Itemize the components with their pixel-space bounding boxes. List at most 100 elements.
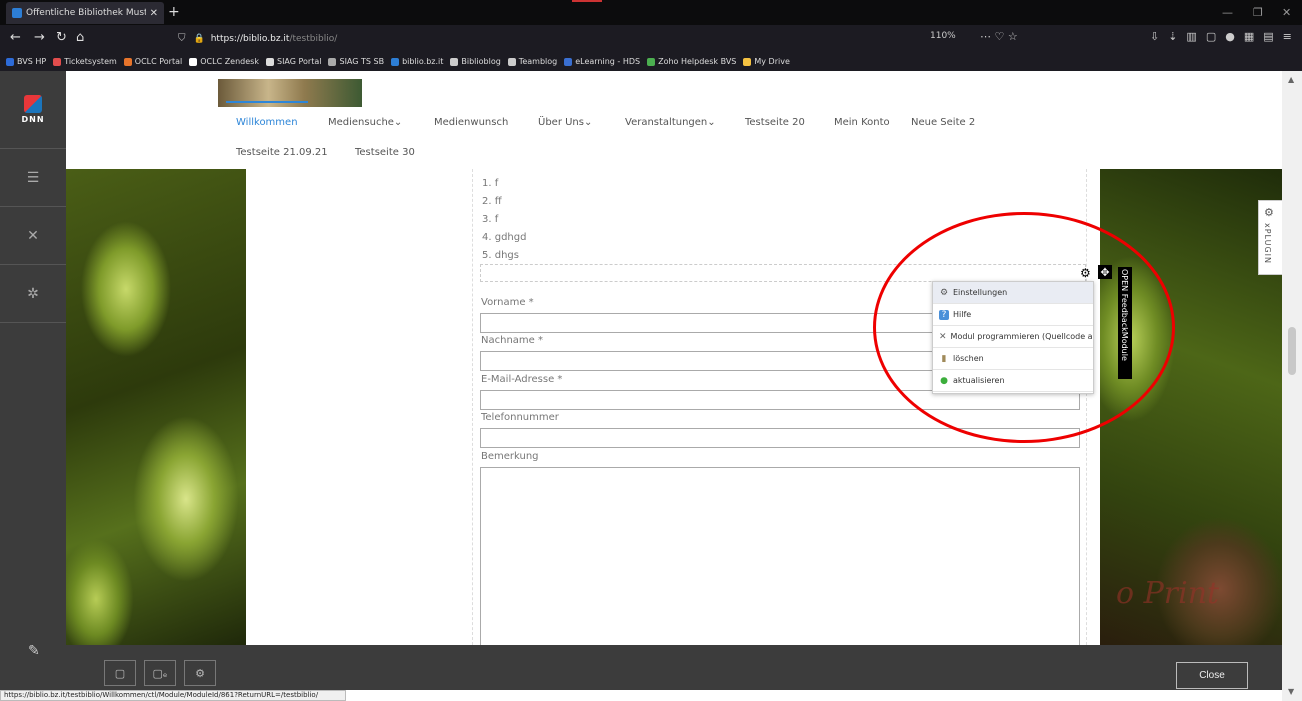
- bookmark-item[interactable]: Teamblog: [507, 57, 558, 66]
- back-icon[interactable]: ←: [10, 30, 21, 45]
- tools-icon[interactable]: ✕: [0, 207, 66, 265]
- lock-icon: 🔒: [193, 33, 205, 44]
- dnn-favicon-icon: [12, 8, 22, 18]
- bookmark-item[interactable]: Ticketsystem: [53, 57, 117, 66]
- scroll-up-icon[interactable]: ▲: [1288, 75, 1294, 84]
- menu-item-testseite-21[interactable]: Testseite 21.09.21: [236, 147, 328, 158]
- bookmark-icon: [6, 57, 14, 66]
- bookmark-item[interactable]: OCLC Zendesk: [189, 57, 259, 66]
- bookmark-label: OCLC Portal: [134, 57, 183, 66]
- bookmark-icon: [123, 57, 132, 66]
- active-nav-indicator: [226, 101, 308, 103]
- bemerkung-textarea[interactable]: [480, 467, 1080, 645]
- new-tab-button[interactable]: +: [168, 4, 180, 20]
- vorname-label: Vorname *: [481, 297, 534, 308]
- bookmark-item[interactable]: Zoho Helpdesk BVS: [647, 57, 736, 66]
- bookmark-label: Ticketsystem: [64, 57, 117, 66]
- email-label: E-Mail-Adresse *: [481, 374, 563, 385]
- xplugin-gear-icon: ⚙: [1264, 206, 1274, 219]
- bookmark-label: biblio.bz.it: [402, 57, 444, 66]
- dnn-persona-bar: DNN ☰ ✕ ✲ ✎: [0, 71, 66, 701]
- pane-border-left: [472, 169, 473, 645]
- toolbar-icons[interactable]: ⇩⇣▥▢●▦▤≡: [1150, 30, 1301, 43]
- content-icon[interactable]: ☰: [0, 149, 66, 207]
- menu-item-willkommen[interactable]: Willkommen: [236, 117, 298, 128]
- bookmark-label: BVS HP: [17, 57, 47, 66]
- bookmark-label: Zoho Helpdesk BVS: [658, 57, 737, 66]
- bookmark-icon: [53, 57, 62, 66]
- bookmark-item[interactable]: SIAG Portal: [265, 57, 322, 66]
- dnn-logo[interactable]: DNN: [0, 71, 66, 149]
- menu-item-testseite-30[interactable]: Testseite 30: [355, 147, 415, 158]
- bookmark-item[interactable]: My Drive: [743, 57, 790, 66]
- scrollbar-thumb[interactable]: [1288, 327, 1296, 375]
- url-bar[interactable]: ⛉ 🔒 https://biblio.bz.it/testbiblio/: [170, 28, 1050, 49]
- list-item: 1. f: [482, 178, 499, 189]
- bookmark-label: SIAG TS SB: [339, 57, 385, 66]
- xplugin-tab[interactable]: ⚙ xPLUGIN: [1258, 200, 1282, 275]
- bookmark-icon: [743, 57, 752, 66]
- bookmark-label: SIAG Portal: [276, 57, 322, 66]
- bookmark-item[interactable]: biblio.bz.it: [391, 57, 443, 66]
- page-actions-icon[interactable]: ⋯ ♡ ☆: [980, 30, 1018, 43]
- highlight-annotation-ellipse: [873, 212, 1175, 443]
- close-button[interactable]: Close: [1176, 662, 1248, 689]
- scroll-down-icon[interactable]: ▼: [1288, 687, 1294, 696]
- menu-item-testseite-20[interactable]: Testseite 20: [745, 117, 805, 128]
- tab-title: Öffentliche Bibliothek Muster: [26, 8, 146, 18]
- browser-tab[interactable]: Öffentliche Bibliothek Muster ✕: [6, 2, 164, 24]
- bookmark-label: My Drive: [754, 57, 790, 66]
- menu-item-ueber-uns[interactable]: Über Uns⌄: [538, 117, 592, 128]
- minimize-icon[interactable]: —: [1222, 6, 1233, 19]
- bookmark-item[interactable]: OCLC Portal: [123, 57, 183, 66]
- bemerkung-label: Bemerkung: [481, 451, 539, 462]
- add-existing-module-icon[interactable]: ▢ₑ: [144, 660, 176, 686]
- browser-status-url: https://biblio.bz.it/testbiblio/Willkomm…: [0, 690, 346, 701]
- bookmark-icon: [328, 57, 337, 66]
- forward-icon[interactable]: →: [34, 30, 45, 45]
- telefon-label: Telefonnummer: [481, 412, 559, 423]
- bookmark-item[interactable]: SIAG TS SB: [328, 57, 384, 66]
- screen: Öffentliche Bibliothek Muster ✕ + — ❐ ✕ …: [0, 0, 1302, 701]
- bookmark-icon: [391, 57, 400, 66]
- close-tab-icon[interactable]: ✕: [150, 8, 158, 19]
- maximize-icon[interactable]: ❐: [1253, 6, 1263, 19]
- zoom-level[interactable]: 110%: [930, 31, 956, 41]
- bookmark-label: Teamblog: [518, 57, 558, 66]
- bookmark-label: Biblioblog: [461, 57, 501, 66]
- browser-nav-bar: ← → ↻ ⌂ ⛉ 🔒 https://biblio.bz.it/testbib…: [0, 25, 1302, 52]
- url-path: /testbiblio/: [289, 33, 338, 44]
- dnn-logo-text: DNN: [21, 115, 45, 124]
- shield-icon: ⛉: [178, 33, 186, 44]
- url-host: https://biblio.bz.it: [210, 33, 290, 44]
- bookmark-icon: [450, 57, 459, 66]
- nachname-label: Nachname *: [481, 335, 543, 346]
- add-module-icon[interactable]: ▢: [104, 660, 136, 686]
- bookmark-icon: [647, 57, 656, 66]
- window-close-icon[interactable]: ✕: [1282, 6, 1291, 19]
- bookmark-item[interactable]: eLearning - HDS: [564, 57, 640, 66]
- page-scrollbar[interactable]: ▲ ▼: [1282, 71, 1302, 701]
- xplugin-label: xPLUGIN: [1263, 223, 1272, 265]
- menu-item-veranstaltungen[interactable]: Veranstaltungen⌄: [625, 117, 716, 128]
- reload-icon[interactable]: ↻: [56, 30, 67, 45]
- bookmark-item[interactable]: BVS HP: [6, 57, 46, 66]
- bookmark-icon: [564, 57, 573, 66]
- dnn-logo-icon: [24, 95, 42, 113]
- home-icon[interactable]: ⌂: [76, 30, 84, 45]
- settings-icon[interactable]: ✲: [0, 265, 66, 323]
- list-item: 3. f: [482, 214, 499, 225]
- browser-tab-bar: Öffentliche Bibliothek Muster ✕ + — ❐ ✕: [0, 0, 1302, 25]
- background-watermark-text: o Print: [1116, 576, 1220, 611]
- menu-item-mein-konto[interactable]: Mein Konto: [834, 117, 890, 128]
- page-settings-gear-icon[interactable]: ⚙: [184, 660, 216, 686]
- edit-pencil-icon[interactable]: ✎: [28, 643, 40, 659]
- list-item: 2. ff: [482, 196, 502, 207]
- bookmark-item[interactable]: Biblioblog: [450, 57, 501, 66]
- menu-item-medienwunsch[interactable]: Medienwunsch: [434, 117, 508, 128]
- menu-item-neue-seite-2[interactable]: Neue Seite 2: [911, 117, 975, 128]
- page-content: Willkommen Mediensuche⌄ Medienwunsch Übe…: [66, 71, 1282, 645]
- background-leaves-left: [66, 169, 246, 645]
- bookmark-label: eLearning - HDS: [575, 57, 641, 66]
- menu-item-mediensuche[interactable]: Mediensuche⌄: [328, 117, 402, 128]
